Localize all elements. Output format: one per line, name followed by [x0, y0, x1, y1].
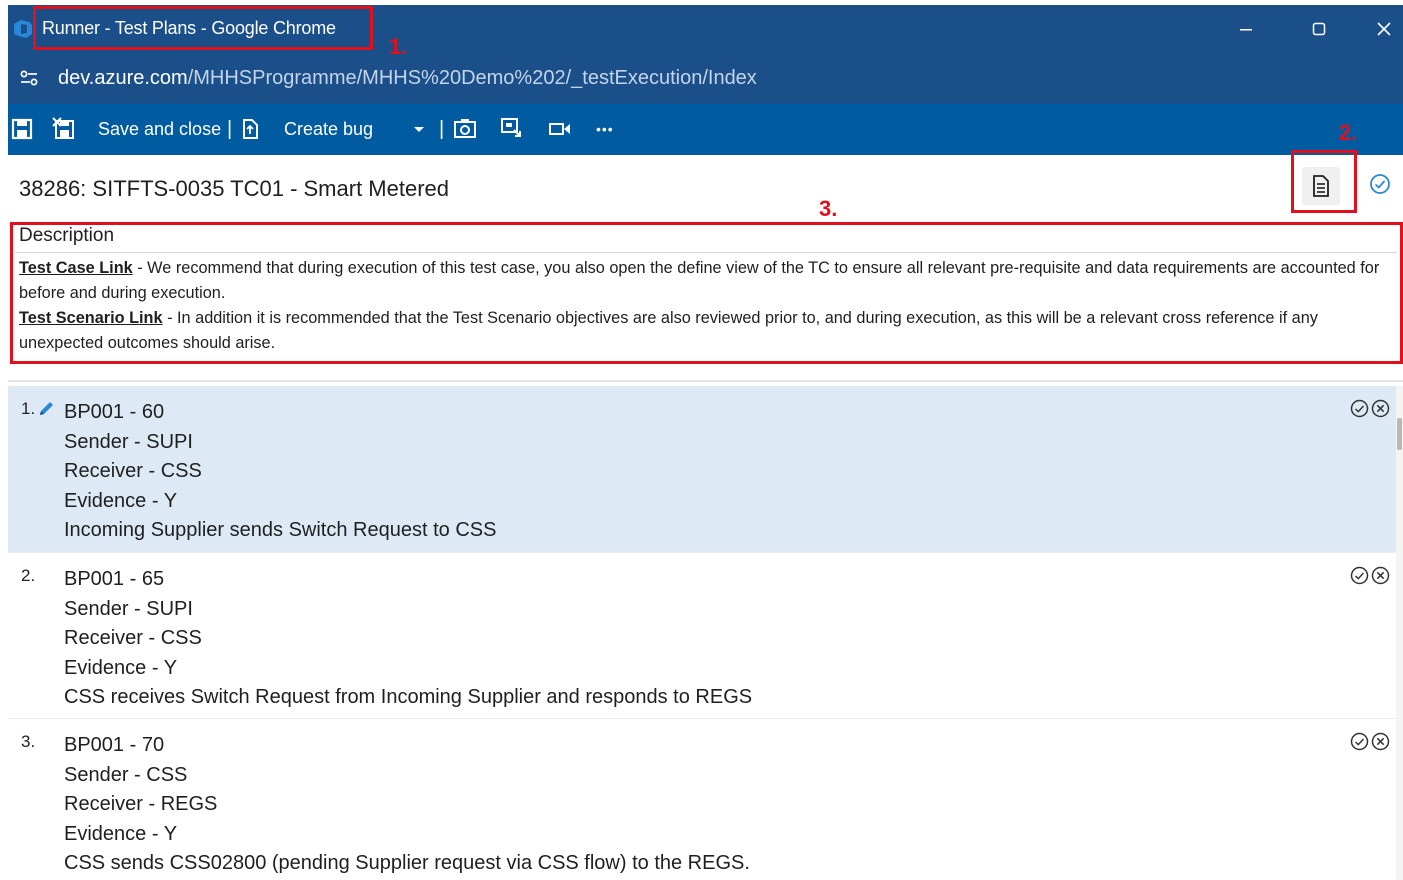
check-circle-icon: [1350, 399, 1369, 418]
pencil-icon[interactable]: [37, 400, 55, 418]
annotation-label-3: 3.: [819, 196, 838, 221]
step-text: BP001 - 60 Sender - SUPI Receiver - CSS …: [64, 398, 496, 546]
pass-test-button[interactable]: [1367, 171, 1393, 197]
step-line: CSS sends CSS02800 (pending Supplier req…: [64, 852, 750, 875]
test-step-row[interactable]: 1. BP001 - 60 Sender - SUPI Receiver - C…: [8, 386, 1396, 553]
step-line: Incoming Supplier sends Switch Request t…: [64, 519, 497, 542]
step-text: BP001 - 70 Sender - CSS Receiver - REGS …: [64, 731, 750, 879]
video-icon: [549, 123, 570, 135]
step-actions: [1349, 731, 1391, 752]
maximize-icon: [1312, 22, 1326, 36]
section-divider: [8, 380, 1403, 382]
toolbar-separator-2: |: [439, 117, 445, 140]
x-circle-icon: [1371, 566, 1390, 585]
test-case-title: 38286: SITFTS-0035 TC01 - Smart Metered: [19, 176, 449, 201]
step-line: Receiver - CSS: [64, 460, 202, 483]
url-path: /MHHSProgramme/MHHS%20Demo%202/_testExec…: [187, 67, 757, 89]
check-circle-icon: [1350, 732, 1369, 751]
capture-screen-icon: [501, 118, 521, 137]
check-circle-icon: [1370, 174, 1390, 194]
step-number: 3.: [21, 732, 36, 751]
site-info-icon[interactable]: [18, 67, 40, 89]
pass-step-button[interactable]: [1349, 398, 1370, 419]
step-actions: [1349, 398, 1391, 419]
save-close-icon-button[interactable]: [52, 114, 78, 144]
annotation-label-1: 1.: [389, 34, 408, 59]
fail-step-button[interactable]: [1370, 731, 1391, 752]
record-video-button[interactable]: [548, 114, 572, 144]
step-line: CSS receives Switch Request from Incomin…: [64, 686, 753, 709]
step-line: Sender - CSS: [64, 763, 188, 786]
step-number: 2.: [21, 566, 36, 585]
test-steps-list: 1. BP001 - 60 Sender - SUPI Receiver - C…: [8, 386, 1396, 880]
step-line: Evidence - Y: [64, 656, 178, 679]
maximize-button[interactable]: [1296, 13, 1342, 45]
save-icon: [11, 118, 33, 140]
url-text[interactable]: dev.azure.com/MHHSProgramme/MHHS%20Demo%…: [58, 65, 757, 91]
chevron-down-icon: [414, 127, 424, 132]
step-number: 1.: [21, 399, 36, 418]
step-text: BP001 - 65 Sender - SUPI Receiver - CSS …: [64, 565, 752, 713]
annotation-box-1: [33, 6, 373, 50]
annotation-box-2: [1291, 150, 1357, 213]
test-step-row[interactable]: 2. BP001 - 65 Sender - SUPI Receiver - C…: [8, 553, 1396, 719]
camera-icon: [454, 119, 476, 138]
attachment-icon: [243, 119, 258, 139]
step-actions: [1349, 565, 1391, 586]
fail-step-button[interactable]: [1370, 398, 1391, 419]
step-line: Evidence - Y: [64, 489, 178, 512]
step-line: BP001 - 70: [64, 734, 165, 756]
fail-step-button[interactable]: [1370, 565, 1391, 586]
test-case-header: 38286: SITFTS-0035 TC01 - Smart Metered: [8, 155, 1403, 223]
save-button[interactable]: [11, 114, 33, 144]
minimize-button[interactable]: [1223, 13, 1269, 45]
x-circle-icon: [1371, 399, 1390, 418]
more-options-button[interactable]: •••: [596, 114, 614, 144]
save-and-close-button[interactable]: Save and close: [98, 114, 221, 144]
address-bar: dev.azure.com/MHHSProgramme/MHHS%20Demo%…: [8, 52, 1403, 104]
step-line: Sender - SUPI: [64, 597, 193, 620]
annotation-box-3: [10, 222, 1403, 364]
test-step-row[interactable]: 3. BP001 - 70 Sender - CSS Receiver - RE…: [8, 719, 1396, 880]
toolbar-separator: |: [227, 117, 233, 140]
minimize-icon: [1240, 29, 1252, 31]
step-line: Receiver - CSS: [64, 627, 202, 650]
screenshot-button[interactable]: [453, 114, 477, 144]
runner-toolbar: Save and close | Create bug | •••: [8, 104, 1403, 155]
steps-scrollbar-thumb[interactable]: [1397, 418, 1402, 450]
capture-screen-button[interactable]: [500, 114, 524, 144]
pass-step-button[interactable]: [1349, 565, 1370, 586]
url-host: dev.azure.com: [58, 67, 188, 89]
create-bug-button[interactable]: Create bug: [284, 114, 373, 144]
step-line: BP001 - 65: [64, 568, 165, 590]
close-button[interactable]: [1361, 13, 1403, 45]
step-line: Evidence - Y: [64, 822, 178, 845]
attachment-button[interactable]: [240, 114, 260, 144]
close-icon: [1377, 22, 1391, 36]
pass-step-button[interactable]: [1349, 731, 1370, 752]
step-line: Receiver - REGS: [64, 793, 218, 816]
save-and-close-icon: [52, 117, 74, 139]
create-bug-dropdown[interactable]: [412, 114, 426, 144]
annotation-label-2: 2.: [1339, 120, 1358, 145]
step-line: Sender - SUPI: [64, 430, 193, 453]
step-line: BP001 - 60: [64, 401, 165, 423]
check-circle-icon: [1350, 566, 1369, 585]
x-circle-icon: [1371, 732, 1390, 751]
azure-devops-icon: [14, 20, 32, 38]
steps-scrollbar[interactable]: [1396, 386, 1403, 880]
